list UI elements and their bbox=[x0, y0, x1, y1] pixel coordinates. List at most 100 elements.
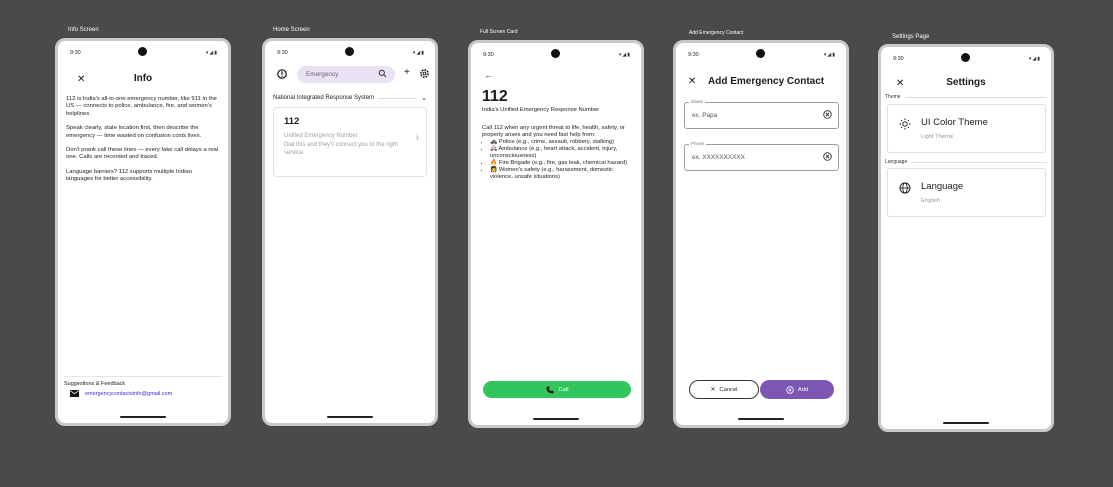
plus-circle-icon bbox=[786, 385, 794, 394]
back-arrow-icon[interactable]: ← bbox=[484, 70, 493, 80]
card-number: 112 bbox=[284, 116, 300, 127]
theme-section-header: Theme bbox=[885, 94, 1047, 100]
status-time: 9:30 bbox=[893, 56, 904, 62]
status-bar: 9:30 ▾◢▮ bbox=[889, 53, 1043, 65]
number-subtitle: India's Unified Emergency Response Numbe… bbox=[482, 107, 600, 113]
status-time: 9:30 bbox=[277, 50, 288, 56]
camera-cutout bbox=[345, 47, 354, 56]
page-title: Info bbox=[133, 73, 153, 84]
phone-input[interactable]: ex. XXXXXXXXXX bbox=[692, 154, 745, 161]
frame-label-settings: Settings Page bbox=[892, 34, 930, 40]
phone-field-label: Phone bbox=[689, 141, 707, 146]
home-indicator bbox=[327, 416, 373, 418]
name-field[interactable]: Name ex. Papa bbox=[684, 99, 839, 129]
signal-battery-icon: ▾◢▮ bbox=[1028, 56, 1041, 62]
service-item: 👩 Women's safety (e.g., harassment, dome… bbox=[490, 167, 632, 181]
clear-icon[interactable] bbox=[823, 110, 832, 119]
cancel-button-label: Cancel bbox=[719, 386, 738, 393]
language-setting-card[interactable]: Language English bbox=[887, 168, 1046, 217]
add-button[interactable]: Add bbox=[760, 380, 834, 399]
card-title: Unified Emergency Number bbox=[284, 133, 358, 139]
signal-battery-icon: ▾◢▮ bbox=[618, 52, 631, 58]
section-label: Language bbox=[885, 159, 908, 165]
status-bar: 9:30 ▾◢▮ bbox=[273, 47, 427, 59]
description-intro: Call 112 when any urgent threat to life,… bbox=[482, 125, 625, 138]
sun-icon bbox=[899, 118, 911, 130]
close-icon: ✕ bbox=[710, 386, 716, 393]
page-title: Settings bbox=[946, 77, 986, 88]
status-bar: 9:30 ▾◢▮ bbox=[66, 47, 220, 59]
phone-add-contact: 9:30 ▾◢▮ ✕ Add Emergency Contact Name ex… bbox=[673, 40, 849, 428]
camera-cutout bbox=[756, 49, 765, 58]
phone-settings: 9:30 ▾◢▮ ✕ Settings Theme UI Color Theme… bbox=[878, 44, 1054, 432]
number-description: Call 112 when any urgent threat to life,… bbox=[482, 125, 632, 181]
home-indicator bbox=[533, 418, 579, 420]
info-icon[interactable] bbox=[277, 69, 287, 79]
phone-field[interactable]: Phone ex. XXXXXXXXXX bbox=[684, 141, 839, 171]
status-bar: 9:30 ▾◢▮ bbox=[684, 49, 838, 61]
signal-battery-icon: ▾◢▮ bbox=[412, 50, 425, 56]
section-label: Theme bbox=[885, 94, 901, 100]
language-setting-value: English bbox=[921, 198, 941, 204]
divider bbox=[378, 97, 418, 99]
service-item: 🚑 Ambulance (e.g., heart attack, acciden… bbox=[490, 146, 632, 160]
frame-label-add: Add Emergency Contact bbox=[689, 30, 744, 36]
page-title: Add Emergency Contact bbox=[708, 76, 825, 87]
status-time: 9:30 bbox=[483, 52, 494, 58]
phone-info-screen: 9:30 ▾◢▮ ✕ Info 112 is India's all-in-on… bbox=[55, 38, 231, 426]
info-paragraph: Speak clearly, state location first, the… bbox=[66, 125, 202, 139]
mail-icon bbox=[70, 390, 79, 397]
status-time: 9:30 bbox=[688, 52, 699, 58]
emergency-number-card[interactable]: 112 Unified Emergency Number Dial this a… bbox=[273, 107, 427, 177]
camera-cutout bbox=[138, 47, 147, 56]
home-indicator bbox=[738, 418, 784, 420]
info-paragraph: Language barriers? 112 supports multiple… bbox=[66, 168, 192, 183]
feedback-email-link[interactable]: emergencycontactsinfo@gmail.com bbox=[70, 390, 172, 397]
cancel-button[interactable]: ✕ Cancel bbox=[689, 380, 759, 399]
home-indicator bbox=[943, 422, 989, 424]
category-dropdown[interactable]: National Integrated Response System ⌄ bbox=[273, 94, 427, 102]
language-section-header: Language bbox=[885, 159, 1047, 165]
status-time: 9:30 bbox=[70, 50, 81, 56]
chevron-down-icon: ⌄ bbox=[421, 95, 427, 102]
phone-home-screen: 9:30 ▾◢▮ Emergency + National Integrated… bbox=[262, 38, 438, 426]
name-input[interactable]: ex. Papa bbox=[692, 112, 717, 119]
search-input[interactable]: Emergency bbox=[306, 71, 338, 78]
frame-label-full: Full Screen Card bbox=[480, 29, 518, 35]
search-bar[interactable]: Emergency bbox=[297, 66, 395, 83]
info-text: 112 is India's all-in-one emergency numb… bbox=[66, 96, 220, 191]
divider bbox=[911, 161, 1047, 163]
theme-setting-title: UI Color Theme bbox=[921, 117, 988, 128]
card-description: Dial this and they'll connect you to the… bbox=[284, 141, 398, 157]
signal-battery-icon: ▾◢▮ bbox=[205, 50, 218, 56]
add-button-label: Add bbox=[797, 386, 809, 393]
info-paragraph: Don't prank call these lines — every fak… bbox=[66, 147, 219, 161]
phone-icon bbox=[546, 386, 554, 394]
home-indicator bbox=[120, 416, 166, 418]
status-bar: 9:30 ▾◢▮ bbox=[479, 49, 633, 61]
service-item: 🔥 Fire Brigade (e.g., fire, gas leak, ch… bbox=[490, 160, 632, 167]
close-icon[interactable]: ✕ bbox=[688, 76, 696, 87]
search-icon[interactable] bbox=[378, 69, 387, 78]
feedback-section-title: Suggestions & Feedback bbox=[64, 376, 222, 387]
call-button[interactable]: Call bbox=[483, 381, 631, 398]
dropdown-label: National Integrated Response System bbox=[273, 95, 375, 101]
camera-cutout bbox=[551, 49, 560, 58]
clear-icon[interactable] bbox=[823, 152, 832, 161]
divider bbox=[904, 96, 1047, 98]
theme-setting-card[interactable]: UI Color Theme Light Theme bbox=[887, 104, 1046, 153]
phone-full-screen-card: 9:30 ▾◢▮ ← 112 India's Unified Emergency… bbox=[468, 40, 644, 428]
call-button-label: Call bbox=[558, 386, 569, 393]
theme-setting-value: Light Theme bbox=[921, 134, 954, 140]
signal-battery-icon: ▾◢▮ bbox=[823, 52, 836, 58]
name-field-label: Name bbox=[689, 99, 706, 104]
service-item: 🚓 Police (e.g., crime, assault, robbery,… bbox=[490, 139, 632, 146]
email-text[interactable]: emergencycontactsinfo@gmail.com bbox=[85, 391, 172, 397]
language-setting-title: Language bbox=[921, 181, 964, 192]
gear-icon[interactable] bbox=[419, 68, 430, 79]
add-contact-icon[interactable]: + bbox=[404, 67, 410, 78]
info-paragraph: 112 is India's all-in-one emergency numb… bbox=[66, 96, 217, 117]
camera-cutout bbox=[961, 53, 970, 62]
globe-icon bbox=[899, 182, 911, 194]
chevron-right-icon: › bbox=[415, 132, 419, 143]
